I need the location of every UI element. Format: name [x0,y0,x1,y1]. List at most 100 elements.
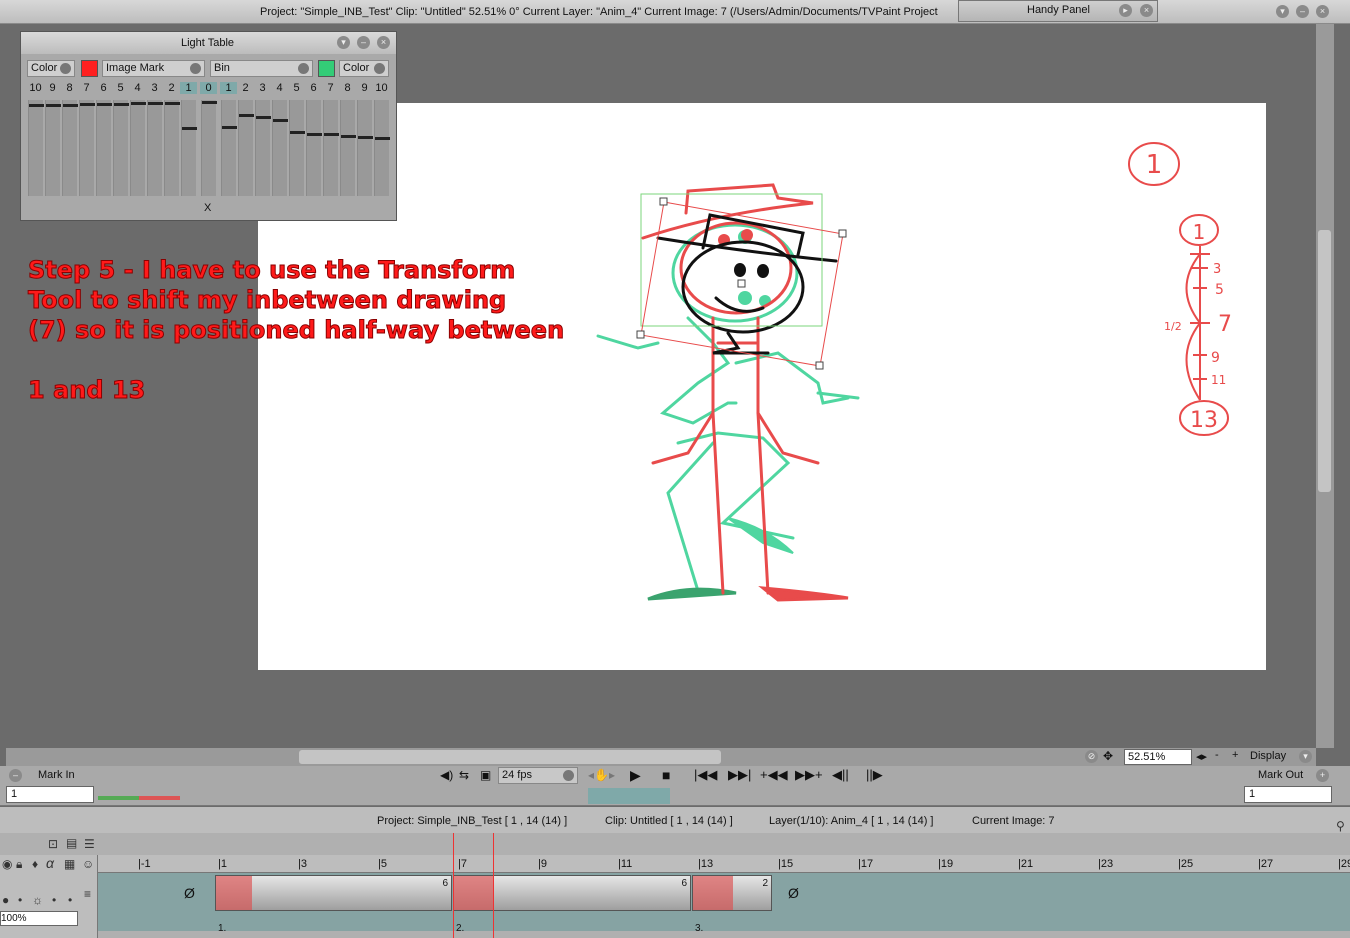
slider-knob[interactable] [114,103,129,106]
left-mode-select[interactable]: Color [27,60,75,77]
zoom-in-button[interactable]: + [1232,749,1238,761]
right-mode-select[interactable]: Color [339,60,389,77]
slider-knob[interactable] [375,137,390,140]
pan-icon[interactable]: ✥ [1103,749,1113,763]
opacity-slider[interactable] [340,100,356,196]
prev-key-button[interactable]: +◀◀ [760,767,788,783]
close-icon[interactable]: × [377,36,390,49]
slider-knob[interactable] [29,104,44,107]
opacity-slider[interactable] [201,100,217,196]
vertical-scroll-thumb[interactable] [1318,230,1331,492]
slider-knob[interactable] [341,135,356,138]
layer-icon[interactable]: ⊡ [48,837,58,851]
opacity-slider[interactable] [221,100,237,196]
opacity-slider[interactable] [164,100,180,196]
fit-icon[interactable]: ◂▸ [1196,750,1207,763]
first-frame-button[interactable]: |◀◀ [694,767,717,783]
mark-out-field[interactable]: 1 [1244,786,1332,803]
prev-frame-button[interactable]: ◀|| [832,767,849,783]
last-frame-button[interactable]: ▶▶| [728,767,751,783]
loop-icon[interactable]: ⇆ [459,768,469,782]
opacity-slider[interactable] [45,100,61,196]
instance-2[interactable]: 6 2. [453,875,691,934]
opacity-slider[interactable] [374,100,390,196]
mark-in-field[interactable]: 1 [6,786,94,803]
opacity-slider[interactable] [96,100,112,196]
collapse-icon[interactable]: ▾ [1276,5,1289,18]
transform-handle[interactable] [636,330,645,339]
timeline-ruler[interactable]: |-1 |1 |3 |5 |7 |9 |11 |13 |15 |17 |19 |21 |23 |25 |27… [98,855,1350,873]
bin-select[interactable]: Bin [210,60,313,77]
right-color-swatch[interactable] [318,60,335,77]
fps-select[interactable]: 24 fps [498,767,578,784]
instance-3[interactable]: 2 3. [692,875,772,934]
transform-handle[interactable] [838,229,847,238]
sound-icon[interactable]: ◀) [440,768,453,782]
slider-knob[interactable] [239,114,254,117]
slider-knob[interactable] [165,102,180,105]
sun-icon[interactable]: ☼ [32,893,43,907]
slider-knob[interactable] [182,127,197,130]
frame-icon[interactable]: ▣ [480,768,491,782]
slider-knob[interactable] [307,133,322,136]
zoom-field[interactable]: 52.51% [1124,749,1192,765]
minimize-icon[interactable]: – [357,36,370,49]
opacity-slider[interactable] [130,100,146,196]
slider-knob[interactable] [256,116,271,119]
close-icon[interactable]: × [1140,4,1153,17]
left-color-swatch[interactable] [81,60,98,77]
opacity-slider[interactable] [181,100,197,196]
opacity-slider[interactable] [306,100,322,196]
opacity-slider[interactable] [147,100,163,196]
slider-knob[interactable] [80,103,95,106]
slider-knob[interactable] [63,104,78,107]
dot-icon[interactable]: • [68,893,72,907]
opacity-slider[interactable] [255,100,271,196]
color-dot-icon[interactable]: ● [2,893,9,907]
minimize-icon[interactable]: – [1296,5,1309,18]
plus-icon[interactable]: + [1316,769,1329,782]
horizontal-scrollbar[interactable]: ⊘ ✥ 52.51% ◂▸ - + Display ▾ [6,748,1316,766]
close-window-icon[interactable]: × [1316,5,1329,18]
alpha-icon[interactable]: α [46,855,54,871]
opacity-slider[interactable] [323,100,339,196]
opacity-slider[interactable] [79,100,95,196]
transform-handle[interactable] [815,361,824,370]
opacity-slider[interactable] [289,100,305,196]
eye-icon[interactable]: ◉ [2,857,12,871]
opacity-slider[interactable] [357,100,373,196]
opacity-slider[interactable] [62,100,78,196]
slider-knob[interactable] [358,136,373,139]
opacity-slider[interactable] [28,100,44,196]
chevron-down-icon[interactable]: ▾ [1299,750,1312,763]
slider-knob[interactable] [222,126,237,129]
collapse-icon[interactable]: ▾ [337,36,350,49]
slider-knob[interactable] [324,133,339,136]
play-button[interactable]: ▶ [630,767,641,784]
opacity-field[interactable]: 100% [0,911,78,926]
next-key-button[interactable]: ▶▶+ [795,767,823,783]
slider-knob[interactable] [273,119,288,122]
settings-icon[interactable]: ☺ [82,857,94,871]
transform-center-handle[interactable] [737,279,746,288]
slider-knob[interactable] [131,102,146,105]
vertical-scrollbar[interactable] [1316,24,1334,748]
minus-icon[interactable]: – [9,769,22,782]
next-frame-button[interactable]: ||▶ [866,767,883,783]
zoom-out-button[interactable]: - [1215,749,1219,761]
horizontal-scroll-thumb[interactable] [299,750,721,764]
play-icon[interactable]: ▸ [1119,4,1132,17]
pin-icon[interactable]: ⚲ [1336,819,1345,833]
image-icon[interactable]: ▤ [66,836,77,850]
reset-view-icon[interactable]: ⊘ [1085,750,1098,763]
slider-knob[interactable] [290,131,305,134]
opacity-slider[interactable] [238,100,254,196]
dot-icon[interactable]: • [52,893,56,907]
opacity-slider[interactable] [113,100,129,196]
handy-panel-tab[interactable]: Handy Panel ▸ × [958,0,1158,22]
dot-icon[interactable]: • [18,893,22,907]
menu-icon[interactable]: ≡ [84,887,91,901]
stop-button[interactable]: ■ [662,767,670,783]
lock-icon[interactable]: 🔒︎ [16,857,22,872]
mark-select[interactable]: Image Mark [102,60,205,77]
